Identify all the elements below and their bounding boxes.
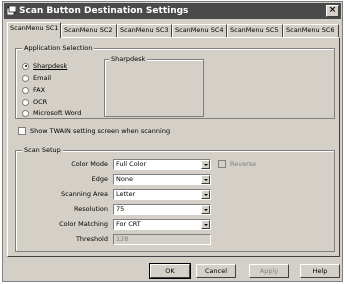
dialog-window: Scan Button Destination Settings × ScanM… (2, 1, 343, 282)
tab-scanmenu-sc6[interactable]: ScanMenu SC6 (283, 24, 339, 37)
scan-setup-group: Scan Setup Color Mode Full Color Reverse… (15, 146, 335, 252)
scanning-area-value: Letter (116, 190, 136, 198)
reverse-checkbox[interactable]: Reverse (218, 160, 256, 168)
application-selection-label: Application Selection (22, 44, 95, 52)
chevron-down-icon (201, 190, 210, 199)
color-mode-select[interactable]: Full Color (113, 159, 211, 170)
ok-button[interactable]: OK (149, 263, 191, 279)
edge-value: None (116, 175, 133, 183)
chevron-down-icon (201, 205, 210, 214)
edge-select[interactable]: None (113, 174, 211, 185)
tab-scanmenu-sc2[interactable]: ScanMenu SC2 (61, 24, 117, 37)
option-label: FAX (33, 86, 46, 94)
threshold-input[interactable]: 128 (113, 234, 211, 245)
twain-setting-checkbox[interactable]: Show TWAIN setting screen when scanning (18, 127, 170, 135)
tab-scanmenu-sc4[interactable]: ScanMenu SC4 (172, 24, 227, 37)
checkbox-icon (218, 160, 226, 168)
color-matching-value: For CRT (116, 220, 141, 228)
option-label: OCR (33, 98, 48, 106)
app-icon (7, 6, 16, 15)
edge-label: Edge (91, 175, 108, 183)
resolution-label: Resolution (74, 205, 108, 213)
twain-setting-label: Show TWAIN setting screen when scanning (30, 127, 171, 135)
radio-fax[interactable]: FAX (22, 86, 45, 96)
scan-setup-label: Scan Setup (22, 146, 63, 154)
option-label: Email (33, 74, 52, 82)
window-title: Scan Button Destination Settings (19, 6, 189, 16)
radio-button-icon (22, 74, 29, 82)
color-matching-select[interactable]: For CRT (113, 219, 211, 230)
tab-scanmenu-sc3[interactable]: ScanMenu SC3 (117, 24, 172, 37)
chevron-down-icon (201, 175, 210, 184)
radio-button-icon (22, 109, 29, 117)
option-label: Microsoft Word (33, 109, 82, 117)
radio-email[interactable]: Email (22, 74, 51, 84)
reverse-label: Reverse (230, 160, 257, 168)
radio-ocr[interactable]: OCR (22, 98, 47, 108)
threshold-label: Threshold (75, 235, 108, 243)
application-detail-label: Sharpdesk (109, 55, 148, 63)
chevron-down-icon (201, 220, 210, 229)
application-selection-group: Application Selection Sharpdesk Email FA… (15, 44, 335, 119)
title-bar: Scan Button Destination Settings × (4, 3, 341, 19)
color-matching-label: Color Matching (59, 220, 108, 228)
radio-microsoft-word[interactable]: Microsoft Word (22, 109, 81, 119)
radio-button-icon (22, 98, 29, 106)
threshold-value: 128 (116, 235, 129, 243)
close-button[interactable]: × (326, 5, 339, 17)
scanning-area-label: Scanning Area (61, 190, 108, 198)
radio-button-icon (22, 86, 29, 94)
radio-button-icon (22, 62, 29, 70)
chevron-down-icon (201, 160, 210, 169)
close-icon: × (328, 5, 337, 15)
tab-scanmenu-sc1[interactable]: ScanMenu SC1 (7, 22, 61, 38)
resolution-select[interactable]: 75 (113, 204, 211, 215)
checkbox-icon (18, 127, 26, 135)
tab-scanmenu-sc5[interactable]: ScanMenu SC5 (227, 24, 283, 37)
application-detail-box: Sharpdesk (104, 55, 204, 117)
resolution-value: 75 (116, 205, 125, 213)
apply-button[interactable]: Apply (249, 264, 289, 278)
option-label: Sharpdesk (33, 62, 68, 70)
color-mode-label: Color Mode (71, 160, 108, 168)
scanning-area-select[interactable]: Letter (113, 189, 211, 200)
help-button[interactable]: Help (300, 264, 340, 278)
cancel-button[interactable]: Cancel (196, 264, 236, 278)
color-mode-value: Full Color (116, 160, 147, 168)
radio-sharpdesk[interactable]: Sharpdesk (22, 62, 67, 72)
tab-panel: Application Selection Sharpdesk Email FA… (7, 37, 340, 257)
